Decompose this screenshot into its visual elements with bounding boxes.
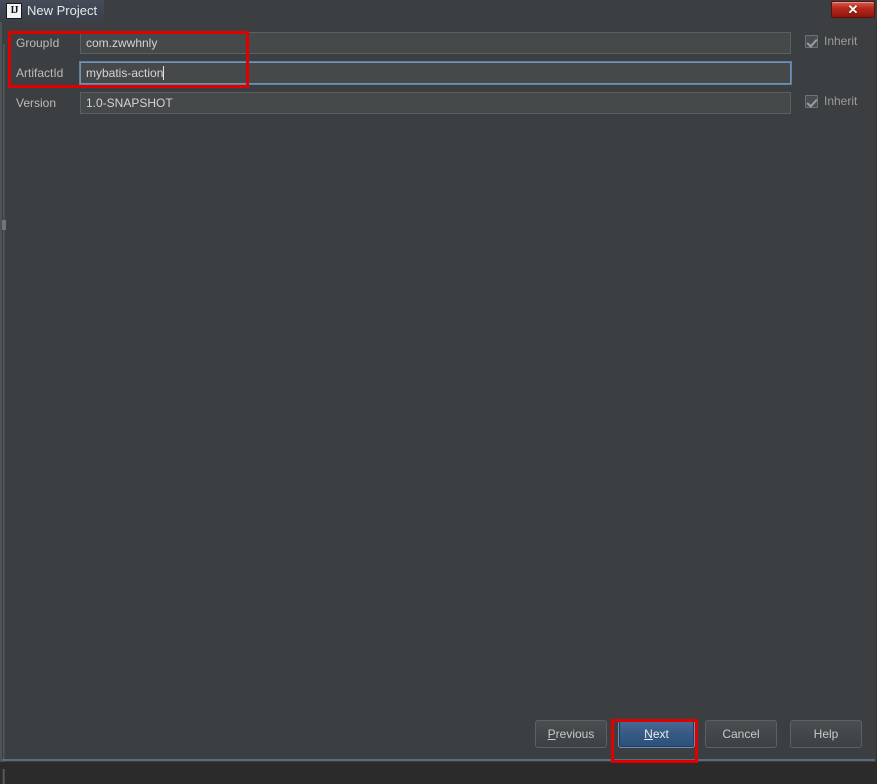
artifactid-label: ArtifactId xyxy=(16,66,64,80)
next-button[interactable]: Next xyxy=(618,720,695,748)
next-button-label: ext xyxy=(652,727,669,741)
version-inherit-group[interactable]: Inherit xyxy=(805,94,857,108)
groupid-inherit-group[interactable]: Inherit xyxy=(805,34,857,48)
text-caret xyxy=(163,66,165,80)
previous-button[interactable]: Previous xyxy=(535,720,607,748)
maven-coordinates-form: GroupId Inherit ArtifactId Version xyxy=(2,22,877,120)
version-label: Version xyxy=(16,96,57,110)
form-row-groupid: GroupId Inherit xyxy=(2,30,877,60)
artifactid-input[interactable] xyxy=(79,61,792,85)
dialog-left-tick xyxy=(2,220,6,230)
previous-button-mnemonic: P xyxy=(547,727,556,741)
cancel-button[interactable]: Cancel xyxy=(705,720,777,748)
outer-bottom-strip xyxy=(0,762,877,769)
form-row-version: Version Inherit xyxy=(2,90,877,120)
form-row-artifactid: ArtifactId xyxy=(2,60,877,90)
groupid-inherit-label: Inherit xyxy=(824,34,858,48)
dialog-button-bar: Previous Next Cancel Help xyxy=(2,720,877,756)
groupid-input[interactable] xyxy=(80,32,791,54)
help-button[interactable]: Help xyxy=(790,720,862,748)
close-button[interactable]: ✕ xyxy=(831,1,875,18)
dialog-titlebar[interactable]: IJ New Project ✕ xyxy=(0,0,877,22)
groupid-label: GroupId xyxy=(16,36,60,50)
version-inherit-checkbox[interactable] xyxy=(805,94,818,108)
intellij-idea-icon: IJ xyxy=(6,3,22,19)
version-input[interactable] xyxy=(80,92,791,114)
previous-button-label: revious xyxy=(555,727,595,741)
close-x-icon: ✕ xyxy=(847,2,859,17)
dialog-body: GroupId Inherit ArtifactId Version xyxy=(0,22,877,784)
dialog-left-rail xyxy=(2,44,5,784)
new-project-dialog: IJ New Project ✕ GroupId Inherit Artifac… xyxy=(0,0,877,784)
version-inherit-label: Inherit xyxy=(824,94,858,108)
dialog-bottom-edge xyxy=(2,759,875,761)
groupid-inherit-checkbox[interactable] xyxy=(805,34,818,48)
next-button-mnemonic: N xyxy=(644,727,653,741)
window-title: New Project xyxy=(27,3,98,18)
